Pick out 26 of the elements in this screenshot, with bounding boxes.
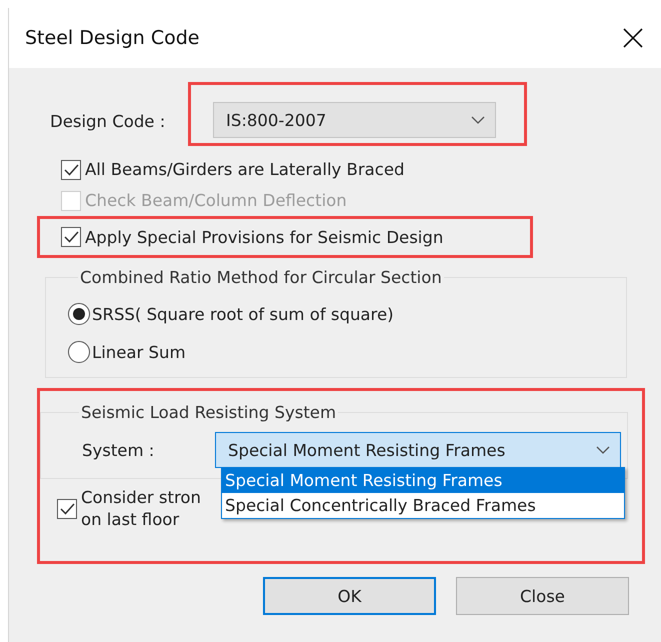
checkbox-label: All Beams/Girders are Laterally Braced (85, 160, 404, 179)
field-label: Design Code : (49, 110, 166, 130)
group-title: Seismic Load Resisting System (80, 403, 338, 422)
checkbox-label: Consider stron (81, 487, 201, 509)
checkbox-label: Apply Special Provisions for Seismic Design (85, 228, 444, 246)
close-button[interactable]: Close (456, 577, 629, 615)
chevron-icon (471, 116, 485, 124)
checkbox-label: on last floor (81, 509, 180, 532)
radio-button[interactable] (68, 303, 90, 325)
checkbox[interactable] (57, 499, 77, 520)
ok-button[interactable]: OK (263, 577, 436, 615)
radio-label: Linear Sum (92, 342, 186, 362)
checkbox-label: Check Beam/Column Deflection (85, 191, 347, 210)
window-title: Steel Design Code (25, 27, 200, 49)
system-dropdown[interactable]: Special Moment Resisting Frames (215, 432, 621, 468)
checkbox[interactable] (61, 160, 81, 180)
dropdown-option[interactable]: Special Concentrically Braced Frames (222, 493, 624, 518)
field-label: System : (82, 440, 156, 460)
radio-label: SRSS( Square root of sum of square) (92, 304, 394, 324)
checkbox[interactable] (61, 227, 81, 247)
design-code-dropdown[interactable]: IS:800-2007 (213, 102, 496, 138)
dropdown-option[interactable]: Special Moment Resisting Frames (222, 468, 624, 493)
close-icon[interactable] (623, 28, 643, 48)
group-title: Combined Ratio Method for Circular Section (79, 268, 443, 287)
radio-button[interactable] (68, 341, 90, 363)
chevron-icon (596, 446, 610, 454)
